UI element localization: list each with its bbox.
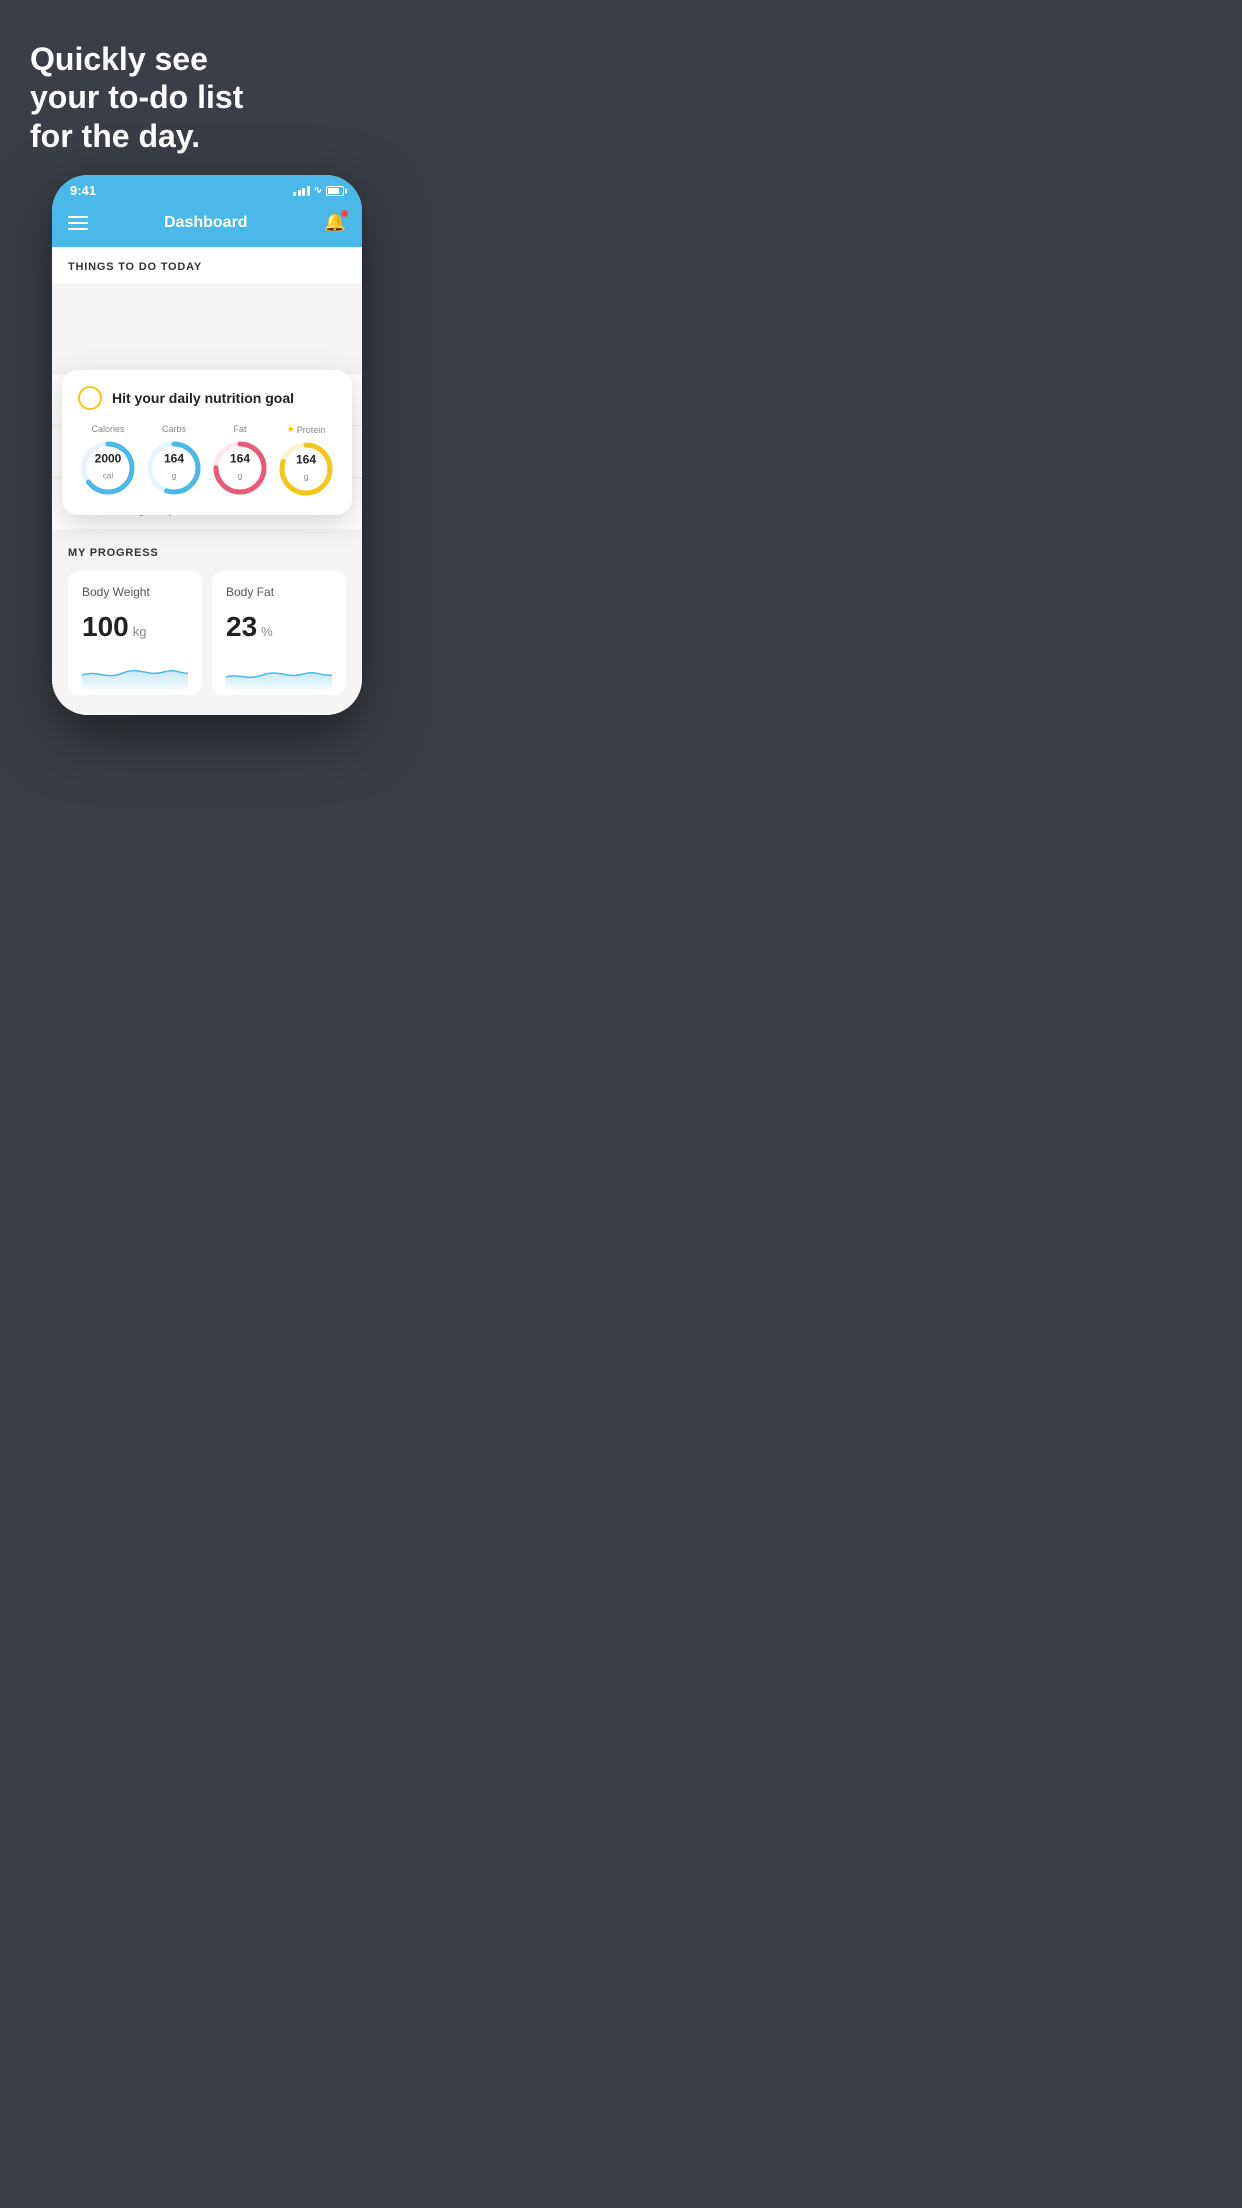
status-time: 9:41 [70, 183, 96, 198]
signal-icon [293, 186, 310, 196]
protein-circle: 164 g [276, 439, 336, 499]
phone-mockup: 9:41 ∿ Dashboard 🔔 [52, 175, 362, 715]
body-weight-value: 100 [82, 611, 129, 643]
header-title: Dashboard [164, 214, 248, 232]
body-weight-card[interactable]: Body Weight 100 kg [68, 571, 202, 695]
body-fat-chart [226, 655, 332, 690]
progress-cards: Body Weight 100 kg [68, 571, 346, 715]
notification-dot [341, 210, 348, 217]
calories-value: 2000 [95, 453, 122, 466]
body-weight-unit: kg [133, 624, 147, 639]
fat-label: Fat [233, 424, 246, 434]
carbs-unit: g [172, 472, 176, 481]
app-content: THINGS TO DO TODAY Hit your daily nutrit… [52, 247, 362, 715]
body-fat-value-row: 23 % [226, 611, 332, 643]
status-bar: 9:41 ∿ [52, 175, 362, 202]
protein-label: ★ Protein [287, 424, 326, 435]
carbs-circle: 164 g [144, 438, 204, 498]
phone-container: 9:41 ∿ Dashboard 🔔 [0, 175, 414, 745]
nutrition-grid: Calories 2000 cal [78, 424, 336, 499]
nutrition-protein: ★ Protein 164 g [276, 424, 336, 499]
calories-circle: 2000 cal [78, 438, 138, 498]
fat-unit: g [238, 472, 242, 481]
star-icon: ★ [287, 424, 295, 435]
wifi-icon: ∿ [314, 185, 322, 196]
app-header: Dashboard 🔔 [52, 202, 362, 247]
task-circle-nutrition[interactable] [78, 386, 102, 410]
body-weight-value-row: 100 kg [82, 611, 188, 643]
protein-value: 164 [296, 454, 316, 467]
things-to-do-header: THINGS TO DO TODAY [52, 247, 362, 283]
battery-icon [326, 186, 344, 196]
body-fat-value: 23 [226, 611, 257, 643]
nutrition-calories: Calories 2000 cal [78, 424, 138, 499]
calories-unit: cal [103, 472, 113, 481]
fat-circle: 164 g [210, 438, 270, 498]
body-fat-label: Body Fat [226, 585, 332, 599]
nutrition-carbs: Carbs 164 g [144, 424, 204, 499]
nutrition-card-title-row: Hit your daily nutrition goal [78, 386, 336, 410]
protein-unit: g [304, 473, 308, 482]
hero-section: Quickly see your to-do list for the day. [0, 0, 273, 175]
body-fat-card[interactable]: Body Fat 23 % [212, 571, 346, 695]
body-fat-unit: % [261, 624, 273, 639]
status-icons: ∿ [293, 185, 344, 196]
hero-title: Quickly see your to-do list for the day. [30, 40, 243, 155]
nutrition-fat: Fat 164 g [210, 424, 270, 499]
carbs-value: 164 [164, 453, 184, 466]
body-weight-chart [82, 655, 188, 690]
nutrition-card: Hit your daily nutrition goal Calories [62, 370, 352, 515]
menu-button[interactable] [68, 216, 88, 230]
nutrition-card-title: Hit your daily nutrition goal [112, 390, 294, 406]
page-wrapper: Quickly see your to-do list for the day.… [0, 0, 414, 745]
progress-section-title: MY PROGRESS [68, 547, 346, 559]
carbs-label: Carbs [162, 424, 186, 434]
calories-label: Calories [91, 424, 124, 434]
progress-section: MY PROGRESS Body Weight 100 kg [52, 529, 362, 715]
body-weight-label: Body Weight [82, 585, 188, 599]
fat-value: 164 [230, 453, 250, 466]
notification-bell[interactable]: 🔔 [324, 212, 346, 233]
